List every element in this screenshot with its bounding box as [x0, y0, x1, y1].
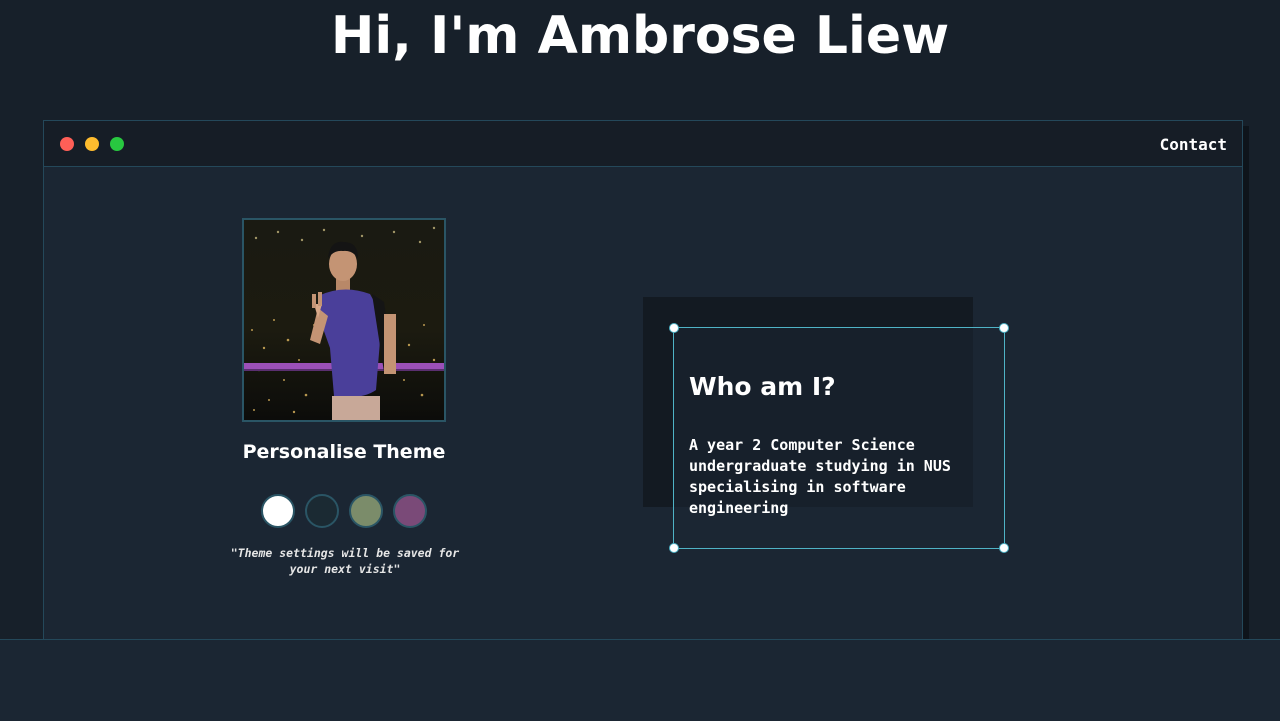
theme-save-note: "Theme settings will be saved for your n…: [230, 546, 460, 576]
personalise-theme-heading: Personalise Theme: [242, 441, 446, 463]
theme-swatch-white[interactable]: [261, 494, 295, 528]
about-title: Who am I?: [689, 372, 836, 401]
theme-swatch-mauve[interactable]: [393, 494, 427, 528]
page-title: Hi, I'm Ambrose Liew: [330, 6, 950, 66]
contact-link[interactable]: Contact: [1160, 135, 1227, 154]
browser-window: Contact Personalise Theme "Theme setting…: [43, 120, 1243, 641]
close-dot-icon[interactable]: [60, 137, 74, 151]
resize-handle-top-right[interactable]: [999, 323, 1009, 333]
theme-swatch-dark-teal[interactable]: [305, 494, 339, 528]
minimize-dot-icon[interactable]: [85, 137, 99, 151]
about-description: A year 2 Computer Science undergraduate …: [689, 436, 951, 517]
maximize-dot-icon[interactable]: [110, 137, 124, 151]
resize-handle-bottom-left[interactable]: [669, 543, 679, 553]
resize-handle-bottom-right[interactable]: [999, 543, 1009, 553]
page-footer-band: [0, 639, 1280, 721]
window-titlebar: Contact: [44, 121, 1242, 167]
profile-photo: [242, 218, 446, 422]
profile-photo-image: [244, 220, 444, 420]
about-card[interactable]: Who am I? A year 2 Computer Science unde…: [669, 323, 1009, 553]
resize-handle-top-left[interactable]: [669, 323, 679, 333]
theme-swatch-sage[interactable]: [349, 494, 383, 528]
